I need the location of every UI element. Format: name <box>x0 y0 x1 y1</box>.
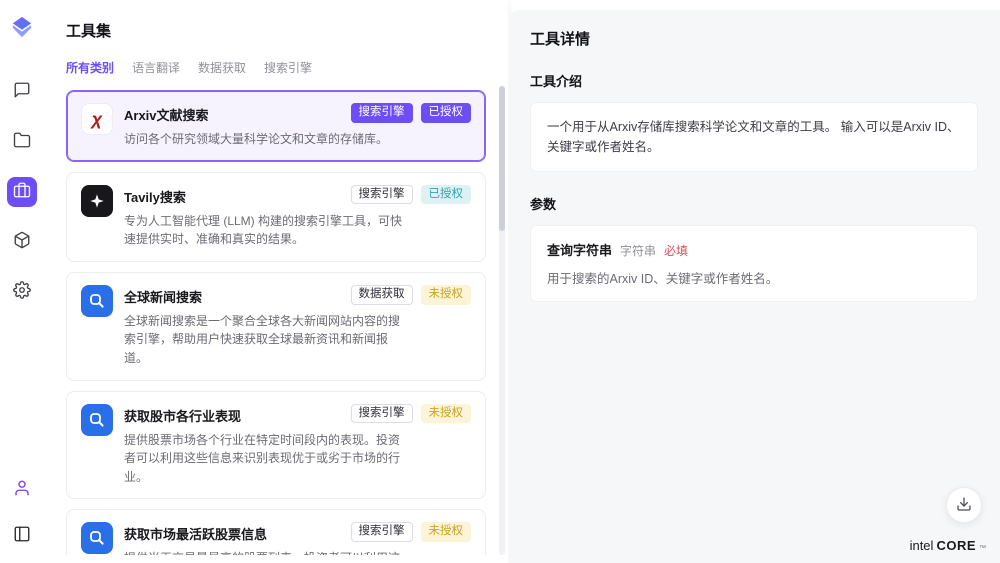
param-card: 查询字符串 字符串 必填 用于搜索的Arxiv ID、关键字或作者姓名。 <box>530 225 978 302</box>
cube-icon <box>13 231 31 254</box>
news-search-icon <box>81 404 113 436</box>
scrollbar[interactable] <box>499 86 505 555</box>
chat-icon <box>13 81 31 104</box>
tab-data-fetch[interactable]: 数据获取 <box>198 59 246 76</box>
news-search-icon <box>81 285 113 317</box>
sidebar-nav <box>7 77 37 307</box>
intel-core-logo: intel CORE ™ <box>910 538 986 553</box>
tool-card-most-active-stocks[interactable]: 获取市场最活跃股票信息 搜索引擎 未授权 提供当天交易量最高的股票列表，投资者可… <box>66 509 486 555</box>
app-logo[interactable] <box>11 16 33 43</box>
core-wordmark: CORE <box>936 538 976 553</box>
app-logo-icon <box>11 16 33 38</box>
tools-panel: 工具集 所有类别 语言翻译 数据获取 搜索引擎 χ Arxiv文献搜索 搜索引擎… <box>44 0 508 563</box>
intro-text: 一个用于从Arxiv存储库搜索科学论文和文章的工具。 输入可以是Arxiv ID… <box>547 120 960 154</box>
briefcase-icon <box>13 181 31 204</box>
param-type: 字符串 <box>620 242 656 259</box>
param-description: 用于搜索的Arxiv ID、关键字或作者姓名。 <box>547 268 961 287</box>
auth-badge: 未授权 <box>421 285 472 305</box>
tool-card-tavily[interactable]: Tavily搜索 搜索引擎 已授权 专为人工智能代理 (LLM) 构建的搜索引擎… <box>66 172 486 262</box>
tool-description: 全球新闻搜索是一个聚合全球各大新闻网站内容的搜索引擎，帮助用户快速获取全球最新资… <box>124 312 404 368</box>
sidebar-item-chat[interactable] <box>7 77 37 107</box>
tab-all-categories[interactable]: 所有类别 <box>66 59 114 76</box>
layout-panel-icon <box>13 525 31 548</box>
intro-card: 一个用于从Arxiv存储库搜索科学论文和文章的工具。 输入可以是Arxiv ID… <box>530 102 978 172</box>
tool-card-arxiv[interactable]: χ Arxiv文献搜索 搜索引擎 已授权 访问各个研究领域大量科学论文和文章的存… <box>66 90 486 162</box>
tool-description: 提供股票市场各个行业在特定时间段内的表现。投资者可以利用这些信息来识别表现优于或… <box>124 431 404 487</box>
arxiv-icon: χ <box>81 103 113 135</box>
tools-panel-title: 工具集 <box>44 20 508 41</box>
details-title: 工具详情 <box>530 28 978 49</box>
tool-title: Arxiv文献搜索 <box>124 103 209 124</box>
intel-wordmark: intel <box>910 538 934 553</box>
param-required-badge: 必填 <box>664 242 688 259</box>
tool-title: 获取市场最活跃股票信息 <box>124 522 267 543</box>
sidebar <box>0 0 44 563</box>
category-badge: 搜索引擎 <box>351 522 413 542</box>
tool-description: 访问各个研究领域大量科学论文和文章的存储库。 <box>124 130 404 149</box>
param-header-row: 查询字符串 字符串 必填 <box>547 240 961 259</box>
scrollbar-thumb[interactable] <box>499 86 505 231</box>
tool-description: 提供当天交易量最高的股票列表，投资者可以利用这些信息来识别流动性强的股票和潜在的… <box>124 549 404 555</box>
app-root: 工具集 所有类别 语言翻译 数据获取 搜索引擎 χ Arxiv文献搜索 搜索引擎… <box>0 0 1000 563</box>
auth-badge: 未授权 <box>421 404 472 424</box>
auth-badge: 已授权 <box>421 185 472 205</box>
auth-badge: 未授权 <box>421 522 472 542</box>
category-tabs: 所有类别 语言翻译 数据获取 搜索引擎 <box>44 59 508 76</box>
intro-heading: 工具介绍 <box>530 71 978 90</box>
sidebar-item-files[interactable] <box>7 127 37 157</box>
tool-list: χ Arxiv文献搜索 搜索引擎 已授权 访问各个研究领域大量科学论文和文章的存… <box>66 90 486 555</box>
user-icon <box>13 479 31 502</box>
tool-description: 专为人工智能代理 (LLM) 构建的搜索引擎工具，可快速提供实时、准确和真实的结… <box>124 212 404 249</box>
gear-icon <box>13 281 31 304</box>
sidebar-item-user[interactable] <box>7 475 37 505</box>
category-badge: 搜索引擎 <box>351 103 413 123</box>
params-heading: 参数 <box>530 194 978 213</box>
category-badge: 搜索引擎 <box>351 185 413 205</box>
trademark-symbol: ™ <box>979 545 986 552</box>
auth-badge: 已授权 <box>421 103 472 123</box>
sidebar-item-tools[interactable] <box>7 177 37 207</box>
tavily-star-icon <box>81 185 113 217</box>
download-icon <box>956 496 972 515</box>
sidebar-item-settings[interactable] <box>7 277 37 307</box>
tool-card-sector-performance[interactable]: 获取股市各行业表现 搜索引擎 未授权 提供股票市场各个行业在特定时间段内的表现。… <box>66 391 486 500</box>
tab-search-engine[interactable]: 搜索引擎 <box>264 59 312 76</box>
category-badge: 数据获取 <box>351 285 413 305</box>
tool-card-global-news[interactable]: 全球新闻搜索 数据获取 未授权 全球新闻搜索是一个聚合全球各大新闻网站内容的搜索… <box>66 272 486 381</box>
param-name: 查询字符串 <box>547 240 612 259</box>
folder-icon <box>13 131 31 154</box>
sidebar-bottom <box>7 475 37 551</box>
tool-title: 全球新闻搜索 <box>124 285 202 306</box>
category-badge: 搜索引擎 <box>351 404 413 424</box>
tab-language-translation[interactable]: 语言翻译 <box>132 59 180 76</box>
tool-title: 获取股市各行业表现 <box>124 404 241 425</box>
sidebar-item-plugins[interactable] <box>7 227 37 257</box>
tool-title: Tavily搜索 <box>124 185 186 206</box>
tool-details-panel: 工具详情 工具介绍 一个用于从Arxiv存储库搜索科学论文和文章的工具。 输入可… <box>508 10 1000 563</box>
download-button[interactable] <box>946 487 982 523</box>
news-search-icon <box>81 522 113 554</box>
sidebar-item-collapse[interactable] <box>7 521 37 551</box>
